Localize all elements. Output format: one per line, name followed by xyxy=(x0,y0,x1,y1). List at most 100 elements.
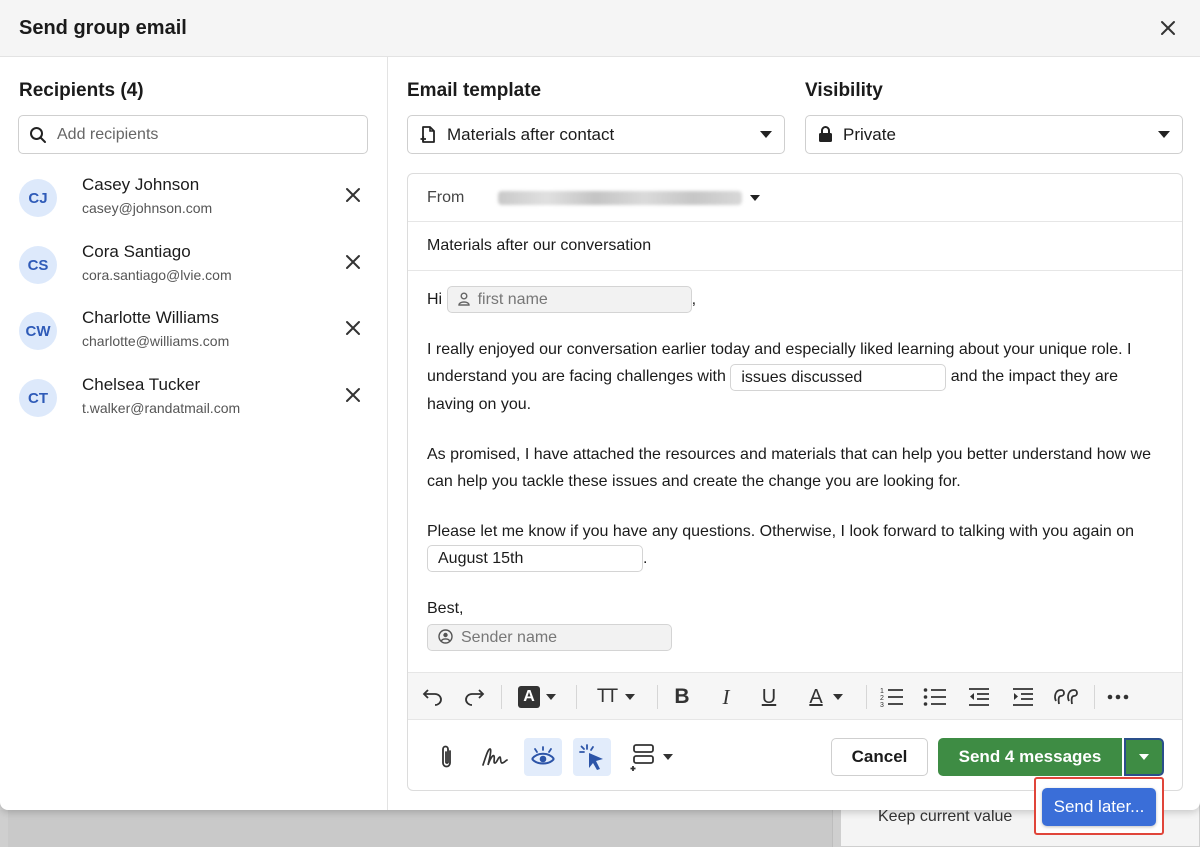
modal-header: Send group email xyxy=(0,0,1200,57)
sender-name-field[interactable]: Sender name xyxy=(427,623,672,651)
email-template-select[interactable]: Materials after contact xyxy=(407,115,785,154)
person-icon xyxy=(457,292,470,306)
numbered-list-icon[interactable]: 123 xyxy=(878,683,906,711)
lock-icon xyxy=(819,126,832,142)
insert-field-icon[interactable] xyxy=(622,738,680,776)
quote-icon[interactable] xyxy=(1052,683,1082,711)
chevron-down-icon xyxy=(760,131,772,138)
greeting-line: Hi first name, xyxy=(427,286,1167,314)
formatting-toolbar: A TT B I U A 123 xyxy=(408,672,1182,720)
svg-text:2: 2 xyxy=(880,695,884,702)
remove-recipient-icon[interactable] xyxy=(345,187,361,203)
toolbar-divider xyxy=(657,685,658,709)
first-name-placeholder: first name xyxy=(477,291,548,309)
date-field[interactable]: August 15th xyxy=(427,544,643,572)
from-label: From xyxy=(427,189,465,206)
body-paragraph-2: As promised, I have attached the resourc… xyxy=(427,445,1151,490)
toolbar-divider xyxy=(576,685,577,709)
send-messages-button[interactable]: Send 4 messages xyxy=(938,738,1122,776)
cancel-button[interactable]: Cancel xyxy=(831,738,928,776)
recipient-item: CS Cora Santiago cora.santiago@lvie.com xyxy=(19,240,369,296)
greeting-text: Hi xyxy=(427,291,443,308)
visibility-title: Visibility xyxy=(805,80,883,101)
text-highlight-icon[interactable]: A xyxy=(512,683,562,711)
highlight-letter: A xyxy=(518,686,540,708)
toolbar-divider xyxy=(866,685,867,709)
add-recipients-input[interactable] xyxy=(57,125,347,144)
recipient-item: CW Charlotte Williams charlotte@williams… xyxy=(19,306,369,362)
visibility-value: Private xyxy=(843,124,896,144)
avatar: CS xyxy=(19,246,57,284)
recipients-pane: Recipients (4) CJ Casey Johnson casey@jo… xyxy=(0,57,388,810)
from-address-redacted[interactable] xyxy=(498,191,742,205)
email-subject[interactable]: Materials after our conversation xyxy=(427,237,651,255)
template-file-icon xyxy=(420,125,435,143)
recipient-name: Chelsea Tucker xyxy=(82,375,201,394)
avatar: CJ xyxy=(19,179,57,217)
svg-text:3: 3 xyxy=(880,702,884,708)
indent-icon[interactable] xyxy=(1009,683,1037,711)
email-body[interactable]: Hi first name, I really enjoyed our conv… xyxy=(427,286,1167,651)
recipient-email: charlotte@williams.com xyxy=(82,333,230,349)
redo-icon[interactable] xyxy=(461,683,489,711)
visibility-select[interactable]: Private xyxy=(805,115,1183,154)
close-icon[interactable] xyxy=(1158,18,1178,38)
more-icon[interactable] xyxy=(1104,683,1132,711)
send-group-email-modal: Send group email Recipients (4) CJ Casey… xyxy=(0,0,1200,810)
email-template-title: Email template xyxy=(407,80,542,101)
from-row: From xyxy=(408,174,1182,222)
send-later-button[interactable]: Send later... xyxy=(1042,788,1156,826)
recipient-item: CT Chelsea Tucker t.walker@randatmail.co… xyxy=(19,373,369,429)
chevron-down-icon xyxy=(663,754,673,760)
p3-text-after: . xyxy=(643,549,648,567)
recipient-name: Cora Santiago xyxy=(82,242,191,261)
remove-recipient-icon[interactable] xyxy=(345,254,361,270)
recipients-title: Recipients (4) xyxy=(19,80,144,101)
bold-icon[interactable]: B xyxy=(670,683,694,711)
attachment-icon[interactable] xyxy=(430,738,464,776)
text-color-letter: A xyxy=(809,685,823,708)
underline-icon[interactable]: U xyxy=(757,683,781,711)
chevron-down-icon xyxy=(1158,131,1170,138)
track-opens-icon[interactable] xyxy=(524,738,562,776)
send-options-dropdown[interactable] xyxy=(1124,738,1164,776)
user-circle-icon xyxy=(438,629,453,644)
from-chevron-down-icon[interactable] xyxy=(750,195,760,201)
italic-icon[interactable]: I xyxy=(714,683,738,711)
bullet-list-icon[interactable] xyxy=(921,683,949,711)
background-panel xyxy=(8,810,833,847)
body-paragraph-3: Please let me know if you have any quest… xyxy=(427,518,1167,572)
chevron-down-icon xyxy=(625,694,636,700)
recipient-name: Charlotte Williams xyxy=(82,308,219,327)
text-size-icon[interactable]: TT xyxy=(588,683,644,711)
remove-recipient-icon[interactable] xyxy=(345,320,361,336)
text-color-icon[interactable]: A xyxy=(800,683,852,711)
recipient-email: cora.santiago@lvie.com xyxy=(82,267,232,283)
signature-icon[interactable] xyxy=(478,738,512,776)
email-editor: From Materials after our conversation Hi… xyxy=(407,173,1183,791)
recipient-email: t.walker@randatmail.com xyxy=(82,400,241,416)
add-recipients-search[interactable] xyxy=(18,115,368,154)
chevron-down-icon xyxy=(1139,754,1149,760)
modal-title: Send group email xyxy=(19,16,187,39)
remove-recipient-icon[interactable] xyxy=(345,387,361,403)
email-template-value: Materials after contact xyxy=(447,124,615,144)
text-size-letters: TT xyxy=(596,686,618,707)
recipient-name: Casey Johnson xyxy=(82,175,200,194)
subject-row[interactable]: Materials after our conversation xyxy=(408,222,1182,271)
undo-icon[interactable] xyxy=(418,683,446,711)
recipient-item: CJ Casey Johnson casey@johnson.com xyxy=(19,173,369,229)
sender-name-placeholder: Sender name xyxy=(461,628,558,646)
issues-discussed-field[interactable]: issues discussed xyxy=(730,363,947,391)
toolbar-divider xyxy=(501,685,502,709)
track-clicks-icon[interactable] xyxy=(573,738,611,776)
toolbar-divider xyxy=(1094,685,1095,709)
body-paragraph-1: I really enjoyed our conversation earlie… xyxy=(427,336,1167,417)
chevron-down-icon xyxy=(546,694,556,700)
signoff: Best, xyxy=(427,599,464,617)
chevron-down-icon xyxy=(832,694,843,700)
recipient-email: casey@johnson.com xyxy=(82,200,213,216)
outdent-icon[interactable] xyxy=(965,683,993,711)
search-icon xyxy=(30,126,46,143)
first-name-field[interactable]: first name xyxy=(446,286,692,314)
